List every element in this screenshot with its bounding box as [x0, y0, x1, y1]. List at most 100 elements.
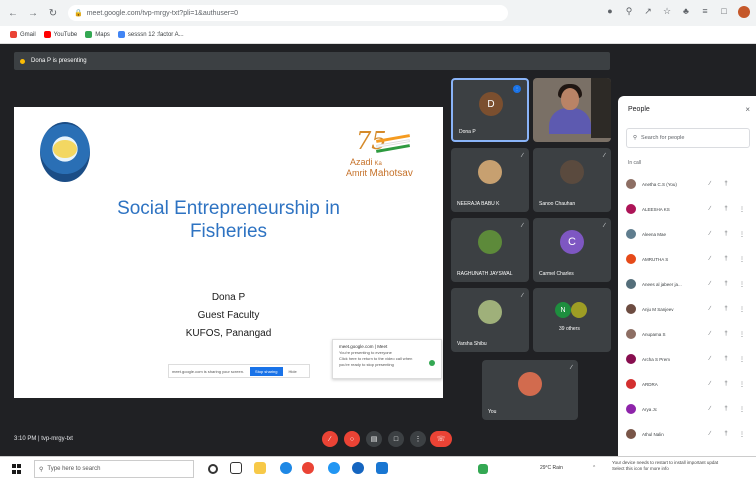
people-row[interactable]: Arya Jc ∕ † ⋮: [626, 401, 754, 417]
participant-tile-carmel[interactable]: ∕ C Carmel Charles: [533, 218, 611, 282]
mic-off-icon: ∕: [709, 206, 711, 212]
more-options-button[interactable]: ⋮: [410, 431, 426, 447]
people-row[interactable]: Athul Nalin ∕ † ⋮: [626, 426, 754, 442]
camera-off-button[interactable]: ○: [344, 431, 360, 447]
more-icon[interactable]: ⋮: [734, 206, 750, 213]
edge-icon[interactable]: [280, 462, 292, 474]
pin-icon[interactable]: †: [718, 356, 734, 362]
participant-tile-raghunath[interactable]: ∕ RAGHUNATH JAYSWAL: [451, 218, 529, 282]
cortana-icon[interactable]: [208, 464, 218, 474]
bookmark-maps[interactable]: Maps: [85, 31, 110, 38]
people-row[interactable]: Anju M Sanjeev ∕ † ⋮: [626, 301, 754, 317]
more-icon[interactable]: ⋮: [734, 381, 750, 388]
more-icon[interactable]: ⋮: [734, 356, 750, 363]
participant-tile-sanoo[interactable]: ∕ Sanoo Chauhan: [533, 148, 611, 212]
more-icon[interactable]: ⋮: [734, 431, 750, 438]
people-row[interactable]: AMRUTHA S ∕ † ⋮: [626, 251, 754, 267]
participant-tile-camera[interactable]: [533, 78, 611, 142]
app-icon[interactable]: [328, 462, 340, 474]
taskbar-search-input[interactable]: ⚲ Type here to search: [34, 460, 194, 478]
stop-sharing-button[interactable]: Stop sharing: [250, 366, 283, 376]
avatar: [626, 354, 636, 364]
chrome-icon[interactable]: [302, 462, 314, 474]
people-row[interactable]: Aleena Mae ∕ † ⋮: [626, 226, 754, 242]
participant-tile-you[interactable]: ∕ You: [482, 360, 578, 420]
meeting-info: 3:10 PM | tvp-mrgy-txt: [14, 436, 73, 442]
zoom-app-icon[interactable]: [352, 462, 364, 474]
chevron-up-icon[interactable]: ⌃: [592, 465, 596, 471]
more-icon[interactable]: ⋮: [734, 406, 750, 413]
more-icon[interactable]: ⋮: [734, 256, 750, 263]
speaking-icon: ⋮: [513, 85, 521, 93]
more-icon[interactable]: ⋮: [734, 331, 750, 338]
search-icon: ⚲: [39, 466, 44, 473]
people-row[interactable]: ALEESHA KS ∕ † ⋮: [626, 201, 754, 217]
forward-icon[interactable]: →: [26, 6, 40, 20]
pin-icon[interactable]: †: [718, 406, 734, 412]
pin-icon[interactable]: †: [718, 281, 734, 287]
more-icon[interactable]: ⋮: [734, 281, 750, 288]
tab-icon[interactable]: □: [719, 6, 729, 18]
bookmark-youtube[interactable]: YouTube: [43, 31, 77, 38]
camera-icon[interactable]: ●: [605, 6, 615, 18]
pin-icon[interactable]: †: [718, 231, 734, 237]
avatar: C: [560, 230, 584, 254]
browser-toolbar: ← → ↻ 🔒 meet.google.com/tvp-mrgy-txt?pli…: [0, 0, 756, 26]
people-search-input[interactable]: ⚲ Search for people: [626, 128, 750, 148]
pin-icon[interactable]: †: [718, 331, 734, 337]
weather-widget[interactable]: 29°C Rain: [540, 465, 563, 471]
gmail-icon: [10, 31, 17, 38]
participant-tile-varsha[interactable]: ∕ Varsha Shibu: [451, 288, 529, 352]
zoom-icon[interactable]: ⚲: [624, 6, 634, 18]
pin-icon[interactable]: †: [718, 256, 734, 262]
leave-call-button[interactable]: ☏: [430, 431, 452, 447]
people-row[interactable]: Anupama S ∕ † ⋮: [626, 326, 754, 342]
avatar: D: [479, 92, 503, 116]
network-icon[interactable]: [478, 464, 488, 474]
pin-icon[interactable]: †: [718, 381, 734, 387]
address-bar[interactable]: 🔒 meet.google.com/tvp-mrgy-txt?pli=1&aut…: [68, 5, 508, 21]
mic-off-icon: ∕: [603, 223, 605, 229]
extension-icon[interactable]: ♣: [681, 6, 691, 18]
avatar: [560, 160, 584, 184]
more-icon[interactable]: ⋮: [734, 306, 750, 313]
share-icon[interactable]: ↗: [643, 6, 653, 18]
mic-off-icon: ∕: [521, 223, 523, 229]
menu-icon[interactable]: ≡: [700, 6, 710, 18]
windows-taskbar: ⚲ Type here to search 29°C Rain ⌃ Your d…: [0, 456, 756, 480]
pin-icon[interactable]: †: [718, 431, 734, 437]
file-explorer-icon[interactable]: [254, 462, 266, 474]
star-icon[interactable]: ☆: [662, 6, 672, 18]
mic-off-button[interactable]: ∕: [322, 431, 338, 447]
windows-start-icon[interactable]: [12, 464, 22, 474]
pin-icon[interactable]: †: [718, 181, 734, 187]
profile-icon[interactable]: [738, 6, 750, 18]
participant-tile-dona[interactable]: D ⋮ Dona P: [451, 78, 529, 142]
update-notice[interactable]: Your device needs to restart to install …: [612, 460, 756, 472]
task-view-icon[interactable]: [230, 462, 242, 474]
captions-button[interactable]: ▤: [366, 431, 382, 447]
present-button[interactable]: □: [388, 431, 404, 447]
people-row[interactable]: ARDRA ∕ † ⋮: [626, 376, 754, 392]
avatar: [478, 160, 502, 184]
back-icon[interactable]: ←: [6, 6, 20, 20]
lock-icon: 🔒: [74, 10, 83, 17]
logo-line-1: Azadi Ka: [350, 157, 382, 167]
bookmark-session[interactable]: sesssn 12 :factor A...: [117, 31, 184, 38]
hide-button[interactable]: Hide: [289, 369, 297, 374]
reload-icon[interactable]: ↻: [46, 6, 60, 20]
shield-icon: [117, 31, 125, 38]
people-row[interactable]: Archa S Prem ∕ † ⋮: [626, 351, 754, 367]
avatar: [518, 372, 542, 396]
bookmark-gmail[interactable]: Gmail: [10, 31, 36, 38]
people-row[interactable]: Anetha C.S (You) ∕ †: [626, 176, 754, 192]
word-icon[interactable]: [376, 462, 388, 474]
participant-tile-others[interactable]: N 39 others: [533, 288, 611, 352]
people-row[interactable]: Anees al jabeer ja... ∕ † ⋮: [626, 276, 754, 292]
pin-icon[interactable]: †: [718, 206, 734, 212]
close-icon[interactable]: ×: [745, 105, 750, 114]
participant-tile-neeraja[interactable]: ∕ NEERAJA BABU K: [451, 148, 529, 212]
presenting-notification[interactable]: meet.google.com | Meet You're presenting…: [332, 339, 442, 379]
pin-icon[interactable]: †: [718, 306, 734, 312]
more-icon[interactable]: ⋮: [734, 231, 750, 238]
